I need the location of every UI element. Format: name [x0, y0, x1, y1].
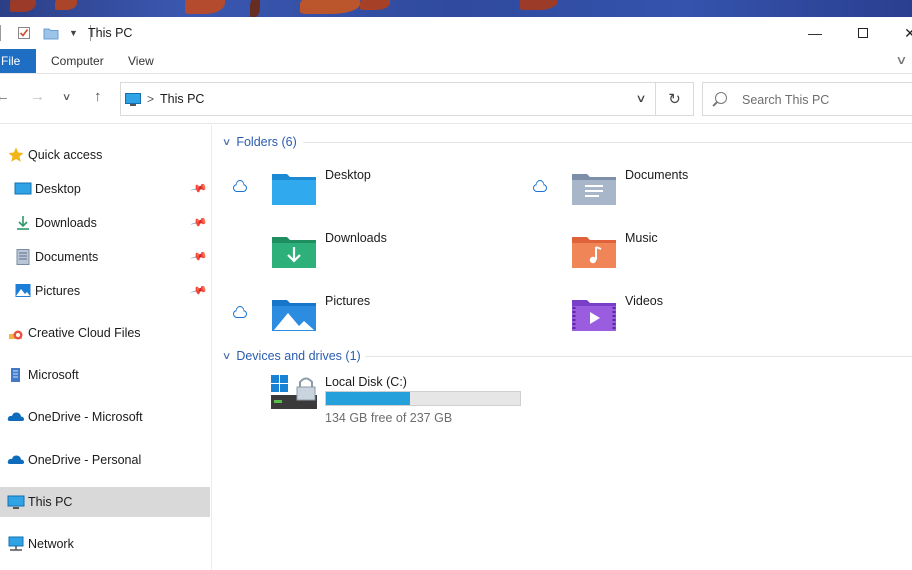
- folder-tile-desktop[interactable]: Desktop: [213, 160, 513, 216]
- refresh-icon: ↻: [668, 91, 681, 108]
- sidebar-item-this-pc[interactable]: This PC: [0, 487, 210, 517]
- expand-ribbon-chevron-icon[interactable]: ∨: [895, 53, 907, 67]
- folder-tile-videos[interactable]: Videos: [513, 286, 813, 342]
- chevron-down-icon: ∨: [221, 350, 232, 362]
- computer-icon: [125, 93, 141, 106]
- search-placeholder: Search This PC: [742, 93, 830, 107]
- navigation-bar: ← → ∨ ↑ > This PC ∨ ↻ Search This PC: [0, 74, 912, 124]
- drives-group-header[interactable]: ∨ Devices and drives (1): [221, 349, 361, 363]
- sidebar-item-quick-access[interactable]: Quick access: [0, 140, 210, 170]
- breadcrumb-this-pc[interactable]: This PC: [160, 92, 204, 106]
- sidebar-item-desktop[interactable]: Desktop 📌: [0, 174, 210, 204]
- folder-tile-downloads[interactable]: Downloads: [213, 223, 513, 279]
- music-folder-icon: [572, 237, 616, 268]
- separator: [0, 25, 1, 41]
- computer-icon: [7, 493, 25, 511]
- up-arrow-icon[interactable]: ↑: [94, 88, 102, 105]
- download-icon: [14, 214, 32, 232]
- cloud-status-icon: [533, 184, 547, 192]
- sidebar-item-pictures[interactable]: Pictures 📌: [0, 276, 210, 306]
- address-dropdown-chevron-icon[interactable]: ∨: [635, 92, 646, 105]
- videos-folder-icon: [572, 300, 616, 331]
- divider: [303, 142, 912, 143]
- star-icon: [7, 146, 25, 164]
- pin-icon[interactable]: 📌: [190, 179, 208, 197]
- maximize-button[interactable]: [843, 21, 883, 45]
- cloud-status-icon: [233, 184, 247, 192]
- desktop-icon: [14, 180, 32, 198]
- search-box[interactable]: Search This PC: [702, 82, 912, 116]
- folder-tile-music[interactable]: Music: [513, 223, 813, 279]
- drive-tile-local-disk[interactable]: Local Disk (C:) 134 GB free of 237 GB: [268, 371, 568, 431]
- minimize-button[interactable]: —: [795, 21, 835, 45]
- breadcrumb-separator-icon[interactable]: >: [147, 92, 154, 106]
- tab-view[interactable]: View: [128, 54, 154, 68]
- properties-icon[interactable]: [17, 26, 31, 40]
- window-title: This PC: [88, 26, 133, 40]
- tab-file[interactable]: File: [0, 49, 36, 73]
- sidebar-item-documents[interactable]: Documents 📌: [0, 242, 210, 272]
- pictures-folder-icon: [272, 300, 316, 331]
- close-button[interactable]: ✕: [890, 21, 912, 45]
- sidebar-item-downloads[interactable]: Downloads 📌: [0, 208, 210, 238]
- folder-tile-documents[interactable]: Documents: [513, 160, 813, 216]
- pin-icon[interactable]: 📌: [190, 247, 208, 265]
- network-icon: [7, 535, 25, 553]
- drive-usage-fill: [326, 392, 411, 405]
- title-bar: ▼ This PC — ✕: [0, 17, 912, 48]
- customize-toolbar-chevron-icon[interactable]: ▼: [69, 28, 78, 38]
- refresh-button[interactable]: ↻: [656, 82, 694, 116]
- building-icon: [7, 366, 25, 384]
- maximize-icon: [858, 28, 868, 38]
- navigation-pane: Quick access Desktop 📌 Downloads 📌 Docum…: [0, 125, 212, 570]
- file-view: ∨ Folders (6) Desktop Documents Download…: [213, 125, 912, 570]
- pictures-icon: [14, 282, 32, 300]
- desktop-folder-icon: [272, 174, 316, 205]
- sidebar-item-microsoft[interactable]: Microsoft: [0, 360, 210, 390]
- onedrive-icon: [7, 451, 25, 469]
- sidebar-item-creative-cloud-files[interactable]: Creative Cloud Files: [0, 318, 210, 348]
- folder-tile-pictures[interactable]: Pictures: [213, 286, 513, 342]
- address-bar[interactable]: > This PC ∨: [120, 82, 656, 116]
- sidebar-item-onedrive-microsoft[interactable]: OneDrive - Microsoft: [0, 402, 210, 432]
- search-icon: [715, 92, 727, 104]
- local-disk-icon: [271, 375, 317, 409]
- back-arrow-icon[interactable]: ←: [0, 88, 10, 105]
- creative-cloud-icon: [7, 324, 25, 342]
- pin-icon[interactable]: 📌: [190, 213, 208, 231]
- pin-icon[interactable]: 📌: [190, 281, 208, 299]
- documents-folder-icon: [572, 174, 616, 205]
- quick-access-toolbar: ▼: [0, 23, 91, 43]
- sidebar-item-network[interactable]: Network: [0, 529, 210, 559]
- chevron-down-icon: ∨: [221, 136, 232, 148]
- folders-group-header[interactable]: ∨ Folders (6): [221, 135, 297, 149]
- documents-icon: [14, 248, 32, 266]
- sidebar-item-onedrive-personal[interactable]: OneDrive - Personal: [0, 445, 210, 475]
- forward-arrow-icon[interactable]: →: [30, 88, 45, 105]
- ribbon: File Computer View ∨: [0, 48, 912, 74]
- recent-locations-chevron-icon[interactable]: ∨: [62, 92, 72, 103]
- new-folder-icon[interactable]: [43, 26, 59, 40]
- divider: [365, 356, 912, 357]
- desktop-wallpaper: [0, 0, 912, 17]
- drive-usage-bar: [325, 391, 521, 406]
- cloud-status-icon: [233, 310, 247, 318]
- onedrive-icon: [7, 408, 25, 426]
- close-icon: ✕: [904, 24, 912, 41]
- downloads-folder-icon: [272, 237, 316, 268]
- tab-computer[interactable]: Computer: [51, 54, 104, 68]
